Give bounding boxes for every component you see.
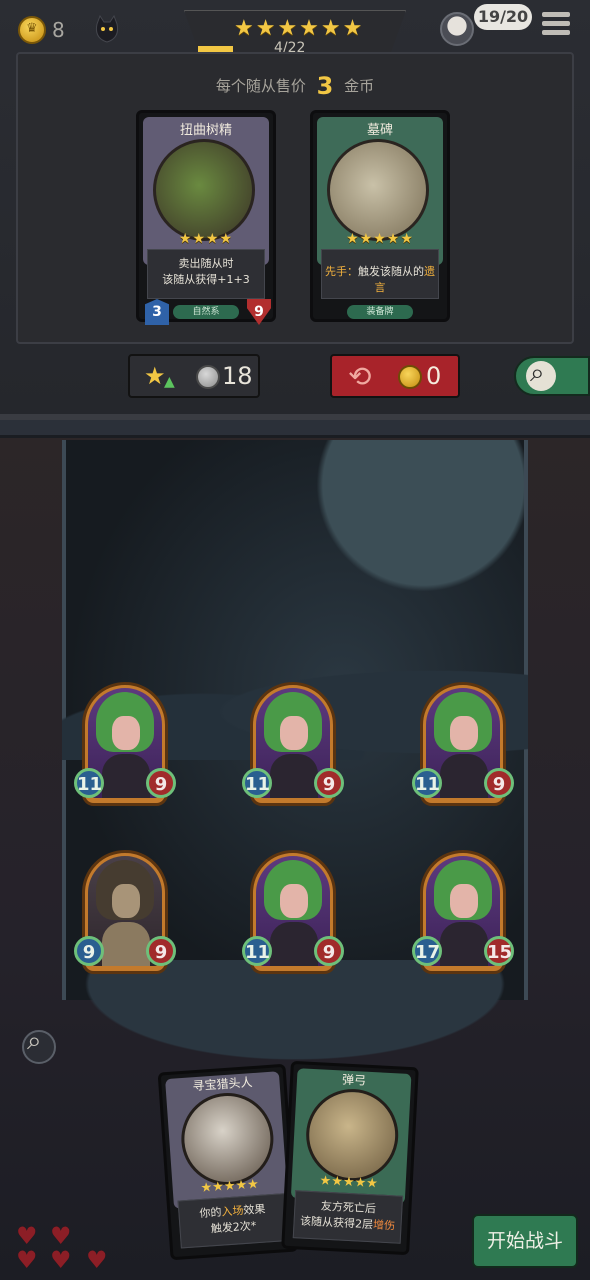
upgrade-tier-button[interactable]: ★ ▲ 18 — [128, 354, 260, 398]
inspect-icon[interactable] — [22, 1026, 56, 1064]
gold-count: 8 — [52, 18, 65, 42]
tier-stars: ★★★★★★ — [234, 16, 365, 41]
hand-card-slingshot[interactable]: 弹弓 ★★★★★ 友方死亡后 该随从获得2层增伤 — [281, 1060, 419, 1256]
cat-icon[interactable] — [94, 14, 120, 44]
minion-health: 9 — [146, 768, 176, 798]
sell-price-line: 每个随从售价 3 金币 — [0, 72, 590, 100]
sell-prefix: 每个随从售价 — [215, 77, 306, 95]
card-tag: 自然系 — [173, 305, 239, 319]
upgrade-cost: 18 — [222, 362, 253, 390]
minion-siren[interactable]: 11 9 — [242, 682, 344, 812]
coin-icon — [18, 16, 46, 44]
coin-icon — [398, 365, 422, 389]
minion-siren[interactable]: 11 9 — [412, 682, 514, 812]
shop-card-twisted-treant[interactable]: 扭曲树精 ★★★★ 卖出随从时 该随从获得+1+3 自然系 3 9 — [136, 110, 276, 325]
card-tag: 装备牌 — [347, 305, 413, 319]
treant-art — [153, 139, 255, 241]
minion-siren[interactable]: 11 9 — [74, 682, 176, 812]
minion-attack: 11 — [242, 768, 272, 798]
card-description: 卖出随从时 该随从获得+1+3 — [147, 249, 265, 299]
minion-voodoo-doll[interactable]: 9 9 — [74, 850, 176, 980]
tombstone-art — [327, 139, 429, 241]
card-attack: 3 — [145, 299, 169, 325]
shop-panel: 8 ★★★★★★ 4/22 19/20 每个随从售价 3 金币 扭曲树精 ★★★… — [0, 0, 590, 420]
card-name: 墓碑 — [366, 123, 393, 138]
menu-icon[interactable] — [542, 12, 570, 38]
minion-health: 15 — [484, 936, 514, 966]
hand-card-treasure-hunter[interactable]: 寻宝猎头人 ★★★★★ 你的入场效果 触发2次* — [157, 1063, 299, 1261]
heart-icon: ♥ — [16, 1246, 38, 1274]
shop-card-tombstone[interactable]: 墓碑 ★★★★★ 先手：触发该随从的遗言 装备牌 — [310, 110, 450, 322]
card-description: 友方死亡后 该随从获得2层增伤 — [292, 1190, 404, 1244]
start-battle-button[interactable]: 开始战斗 — [472, 1214, 578, 1268]
avatar-icon[interactable] — [440, 12, 474, 46]
card-health: 9 — [247, 299, 271, 325]
minion-health: 9 — [314, 936, 344, 966]
heart-icon: ♥ — [86, 1246, 108, 1274]
trade-count: 19/20 — [474, 4, 532, 30]
sell-suffix: 金币 — [344, 77, 375, 95]
minion-health: 9 — [146, 936, 176, 966]
minion-attack: 11 — [242, 936, 272, 966]
minion-attack: 11 — [412, 768, 442, 798]
minion-attack: 17 — [412, 936, 442, 966]
card-description: 先手：触发该随从的遗言 — [321, 249, 439, 299]
minion-siren[interactable]: 11 9 — [242, 850, 344, 980]
heart-icon: ♥ — [50, 1246, 72, 1274]
refresh-cost: 0 — [426, 362, 442, 390]
card-stars: ★★★★★ — [346, 231, 414, 247]
minion-attack: 11 — [74, 768, 104, 798]
card-stars: ★★★★ — [178, 231, 234, 247]
minion-siren[interactable]: 17 15 — [412, 850, 514, 980]
card-description: 你的入场效果 触发2次* — [177, 1193, 289, 1249]
search-button[interactable] — [514, 356, 590, 396]
refresh-icon: ⟲ — [348, 360, 372, 393]
minion-attack: 9 — [74, 936, 104, 966]
sell-price: 3 — [316, 72, 334, 100]
minion-health: 9 — [484, 768, 514, 798]
star-icon: ★ — [144, 362, 166, 390]
card-name: 扭曲树精 — [179, 123, 232, 138]
refresh-button[interactable]: ⟲ 0 — [330, 354, 460, 398]
minion-health: 9 — [314, 768, 344, 798]
search-icon — [526, 358, 556, 391]
arrow-up-icon: ▲ — [164, 374, 175, 390]
silver-coin-icon — [196, 365, 220, 389]
